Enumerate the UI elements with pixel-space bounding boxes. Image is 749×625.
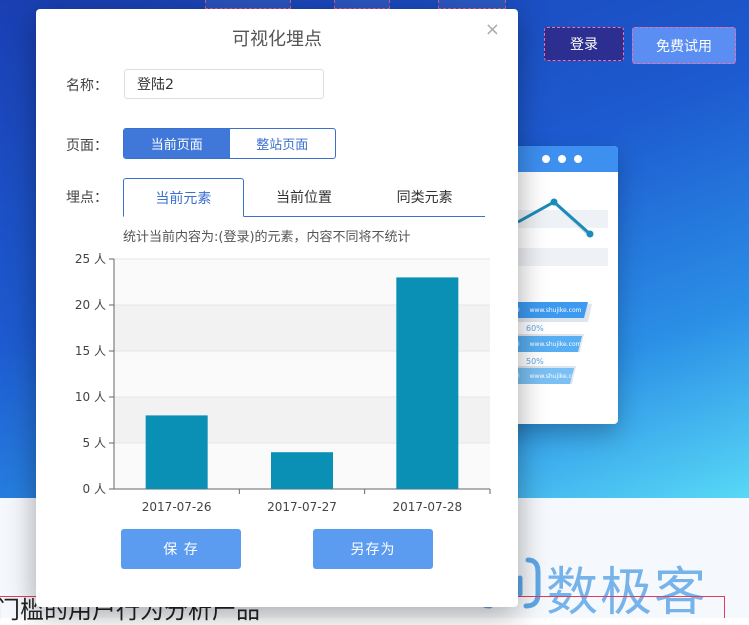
close-icon[interactable]: ×	[485, 19, 500, 40]
x-tick-label: 2017-07-27	[267, 500, 337, 514]
save-button[interactable]: 保 存	[121, 529, 241, 569]
point-tabs: 当前元素 当前位置 同类元素	[123, 178, 485, 217]
point-label: 埋点：	[66, 190, 108, 206]
bar	[396, 277, 459, 489]
tab-similar-elements[interactable]: 同类元素	[364, 178, 485, 216]
dialog-title: 可视化埋点	[232, 29, 322, 50]
stats-bar-chart: 0 人 5 人 10 人 15 人 20 人 25 人 2017-07-26 2017-07-…	[75, 252, 491, 514]
window-dot-icon	[574, 155, 582, 163]
y-tick-label: 10 人	[75, 390, 106, 404]
page-scope-toggle: 当前页面 整站页面	[123, 128, 336, 159]
free-trial-button[interactable]: 免费试用	[632, 27, 736, 64]
bar	[271, 452, 333, 489]
y-tick-label: 0 人	[83, 482, 106, 496]
login-button[interactable]: 登录	[544, 27, 624, 61]
funnel-label: www.shujike.com	[529, 306, 582, 314]
funnel-label: www.shujike.com	[529, 340, 582, 348]
nav-item-highlight[interactable]	[205, 0, 291, 9]
page-option-current[interactable]: 当前页面	[124, 129, 230, 158]
y-tick-label: 20 人	[75, 298, 106, 312]
x-tick-label: 2017-07-26	[142, 500, 212, 514]
nav-item-highlight[interactable]	[334, 0, 390, 9]
visual-tracking-dialog: 可视化埋点 × 名称： 页面： 当前页面 整站页面 埋点： 当前元素 当前位置 …	[36, 9, 518, 607]
page-label: 页面：	[66, 138, 108, 154]
window-dot-icon	[542, 155, 550, 163]
bar	[145, 415, 208, 489]
funnel-label: www.shujike.com	[529, 372, 582, 380]
funnel-row: 00 www.shujike.com	[512, 368, 581, 384]
save-as-button[interactable]: 另存为	[313, 529, 433, 569]
y-tick-label: 25 人	[75, 252, 106, 266]
tab-current-position[interactable]: 当前位置	[244, 178, 365, 216]
funnel-row: 00 www.shujike.com	[512, 302, 581, 318]
y-tick-label: 5 人	[83, 436, 106, 450]
funnel-row: 00 www.shujike.com	[512, 336, 581, 352]
funnel-percent: 50%	[526, 357, 544, 366]
tab-current-element[interactable]: 当前元素	[123, 178, 244, 217]
nav-item-highlight[interactable]	[438, 0, 506, 9]
y-tick-label: 15 人	[75, 344, 106, 358]
name-input[interactable]	[124, 69, 324, 99]
stat-note: 统计当前内容为:(登录)的元素，内容不同将不统计	[123, 230, 411, 245]
window-dot-icon	[558, 155, 566, 163]
funnel-percent: 60%	[526, 324, 544, 333]
name-label: 名称：	[66, 78, 108, 94]
x-tick-label: 2017-07-28	[392, 500, 462, 514]
page-option-site[interactable]: 整站页面	[230, 129, 336, 158]
